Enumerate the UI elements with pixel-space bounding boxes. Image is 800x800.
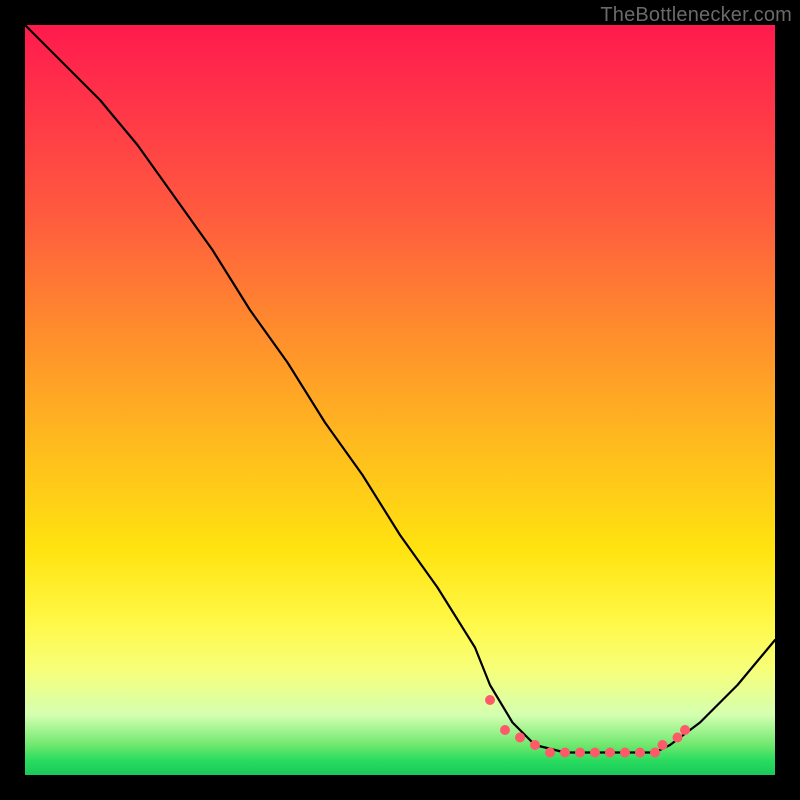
highlight-dot	[680, 725, 690, 735]
highlight-dot	[620, 748, 630, 758]
highlight-dot	[575, 748, 585, 758]
chart-stage: TheBottlenecker.com	[0, 0, 800, 800]
highlight-dot	[515, 733, 525, 743]
highlight-dot	[545, 748, 555, 758]
chart-svg	[25, 25, 775, 775]
highlight-dot	[673, 733, 683, 743]
curve-line	[25, 25, 775, 753]
highlight-dot	[530, 740, 540, 750]
highlight-dot	[500, 725, 510, 735]
highlight-dot	[635, 748, 645, 758]
watermark-text: TheBottlenecker.com	[600, 4, 792, 27]
highlight-dot	[650, 748, 660, 758]
highlight-dot	[605, 748, 615, 758]
highlight-dot	[485, 695, 495, 705]
highlight-dot	[560, 748, 570, 758]
chart-plot-area	[25, 25, 775, 775]
highlight-dot	[590, 748, 600, 758]
highlight-dot	[658, 740, 668, 750]
